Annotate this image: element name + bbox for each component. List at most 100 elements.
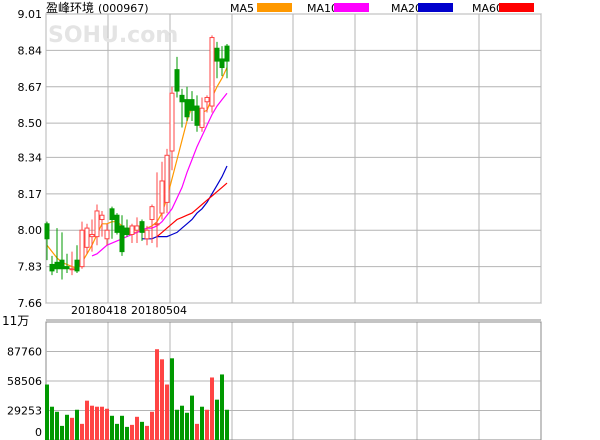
- legend-swatch-ma20: [418, 3, 453, 12]
- volume-bar: [125, 426, 129, 440]
- price-tick-label: 9.01: [18, 8, 43, 21]
- volume-bar: [130, 424, 134, 440]
- candle-body: [79, 229, 85, 268]
- candle-body: [144, 229, 150, 240]
- volume-bar: [220, 374, 224, 440]
- legend-label-ma20: MA20: [391, 2, 422, 15]
- stock-title: 盈峰环境: [46, 0, 94, 15]
- legend-label-ma10: MA10: [307, 2, 338, 15]
- volume-tick-label: 87760: [7, 345, 42, 358]
- candle-body: [224, 45, 230, 62]
- candle-body: [214, 47, 220, 62]
- candle-body: [129, 225, 135, 235]
- candle-body: [104, 229, 110, 240]
- candle-body: [164, 154, 170, 203]
- price-tick-label: 8.84: [18, 44, 43, 57]
- volume-bar: [200, 406, 204, 440]
- candle-body: [179, 94, 185, 103]
- candle-body: [89, 233, 95, 238]
- volume-tick-label: 0: [35, 426, 42, 439]
- volume-bar: [155, 349, 159, 440]
- volume-bar: [80, 423, 84, 440]
- volume-bar: [190, 395, 194, 440]
- volume-bar: [120, 415, 124, 440]
- watermark: SOHU.com: [48, 23, 178, 48]
- candle-body: [84, 227, 90, 248]
- volume-bar: [195, 423, 199, 440]
- volume-bar: [115, 423, 119, 440]
- candle-body: [109, 208, 115, 221]
- volume-unit-label: 11万: [2, 314, 29, 328]
- volume-bar: [110, 415, 114, 440]
- candle-body: [69, 268, 75, 271]
- volume-bar: [145, 425, 149, 440]
- candle-body: [134, 225, 140, 231]
- price-tick-label: 8.50: [18, 117, 43, 130]
- candle-body: [189, 99, 195, 111]
- volume-bar: [180, 405, 184, 440]
- candle-body: [54, 261, 60, 270]
- legend-label-ma60: MA60: [472, 2, 503, 15]
- price-tick-label: 7.66: [18, 297, 43, 310]
- volume-bar: [75, 409, 79, 440]
- legend-label-ma5: MA5: [230, 2, 254, 15]
- chart-background: [0, 0, 600, 440]
- date-label: 20180418: [71, 304, 127, 317]
- volume-bar: [90, 405, 94, 440]
- volume-bar: [175, 409, 179, 440]
- candle-body: [194, 105, 200, 126]
- volume-bar: [70, 417, 74, 440]
- candle-body: [64, 266, 70, 270]
- legend-swatch-ma5: [257, 3, 292, 12]
- volume-bar: [150, 411, 154, 440]
- volume-tick-label: 58506: [7, 375, 42, 388]
- volume-bar: [205, 409, 209, 440]
- stock-chart: SOHU.com 9.01 8.84 8.67 8.50 8.34 8.17 8.00 7.8…: [0, 0, 600, 440]
- volume-bar: [170, 358, 174, 440]
- legend-swatch-ma10: [334, 3, 369, 12]
- candle-body: [114, 214, 120, 233]
- price-tick-label: 8.34: [18, 151, 43, 164]
- volume-bar: [140, 421, 144, 440]
- candle-body: [74, 259, 80, 272]
- candle-body: [209, 37, 215, 107]
- volume-bar: [105, 408, 109, 440]
- price-tick-label: 8.00: [18, 224, 43, 237]
- candle-body: [49, 263, 55, 272]
- volume-bar: [100, 406, 104, 440]
- volume-bar: [135, 416, 139, 440]
- volume-bar: [95, 406, 99, 440]
- candle-body: [94, 210, 100, 238]
- volume-bar: [160, 359, 164, 440]
- volume-tick-label: 29253: [7, 404, 42, 417]
- candle-body: [139, 221, 145, 233]
- candle-body: [124, 227, 130, 235]
- volume-bar: [165, 384, 169, 440]
- volume-bar: [185, 412, 189, 440]
- candle-body: [174, 69, 180, 92]
- volume-bar: [215, 399, 219, 440]
- stock-code: (000967): [98, 2, 149, 15]
- candle-body: [159, 180, 165, 214]
- candle-body: [184, 99, 190, 118]
- volume-bar: [85, 400, 89, 440]
- candle-body: [169, 92, 175, 152]
- candle-body: [119, 225, 125, 253]
- volume-bar: [225, 409, 229, 440]
- candle-body: [59, 259, 65, 270]
- price-tick-label: 8.17: [18, 188, 43, 201]
- candle-body: [149, 206, 155, 221]
- candle-body: [219, 58, 225, 69]
- price-tick-label: 8.67: [18, 81, 43, 94]
- price-tick-label: 7.83: [18, 261, 43, 274]
- volume-bar: [60, 425, 64, 440]
- volume-bar: [65, 414, 69, 440]
- candle-body: [44, 223, 50, 240]
- volume-bar: [45, 384, 49, 440]
- candle-body: [154, 223, 160, 226]
- volume-bar: [55, 411, 59, 440]
- candle-body: [199, 107, 205, 128]
- legend-swatch-ma60: [499, 3, 534, 12]
- candle-body: [99, 214, 105, 221]
- candle-body: [204, 96, 210, 103]
